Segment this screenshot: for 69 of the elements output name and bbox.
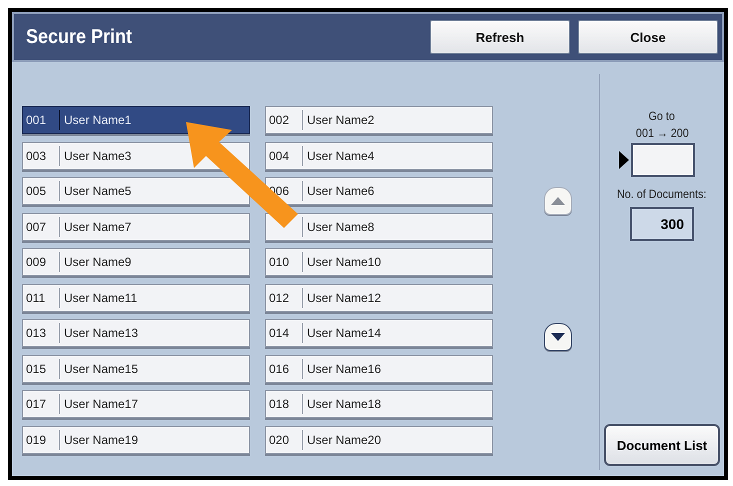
- user-list-item[interactable]: User Name8: [265, 212, 493, 240]
- user-number: 020: [268, 432, 290, 446]
- user-name: User Name2: [307, 113, 374, 127]
- user-list-item[interactable]: 017 User Name17: [22, 390, 250, 418]
- user-number: 003: [25, 148, 48, 162]
- user-list-item[interactable]: 002 User Name2: [265, 106, 493, 134]
- user-number: 002: [268, 113, 290, 127]
- user-name: User Name19: [64, 432, 138, 446]
- down-triangle-icon: [551, 333, 565, 341]
- document-count: 300: [630, 207, 694, 241]
- user-name: User Name9: [64, 255, 132, 269]
- go-to-label: Go to: [648, 108, 676, 125]
- user-number: 014: [268, 326, 290, 340]
- user-name: User Name5: [64, 184, 132, 198]
- pointer-triangle-icon: [619, 151, 629, 169]
- user-name: User Name15: [64, 362, 138, 376]
- user-number: 013: [25, 326, 48, 340]
- user-number: 019: [25, 432, 48, 446]
- user-number: 017: [25, 397, 48, 411]
- user-list-item[interactable]: 001 User Name1: [22, 106, 250, 134]
- user-list-item[interactable]: 011 User Name11: [22, 284, 250, 312]
- user-list-item[interactable]: 016 User Name16: [265, 354, 493, 382]
- user-number: 012: [268, 290, 290, 304]
- user-name: User Name16: [307, 362, 382, 376]
- user-list-item[interactable]: 005 User Name5: [22, 177, 250, 205]
- up-triangle-icon: [551, 197, 565, 205]
- user-number: 016: [268, 362, 290, 376]
- user-name: User Name18: [307, 397, 382, 411]
- range-label: 001 → 200: [636, 125, 688, 142]
- user-name: User Name4: [307, 148, 374, 162]
- user-number: 007: [25, 220, 48, 234]
- user-list-item[interactable]: 020 User Name20: [265, 426, 493, 454]
- user-name: User Name20: [307, 432, 382, 446]
- user-name: User Name13: [64, 326, 138, 340]
- user-name: User Name3: [64, 148, 132, 162]
- user-list-item[interactable]: 009 User Name9: [22, 248, 250, 276]
- user-list-item[interactable]: 013 User Name13: [22, 319, 250, 347]
- user-list-item[interactable]: 014 User Name14: [265, 319, 493, 347]
- refresh-button[interactable]: Refresh: [430, 20, 570, 54]
- close-button[interactable]: Close: [578, 20, 718, 54]
- user-list-item[interactable]: 018 User Name18: [265, 390, 493, 418]
- user-number: 005: [25, 184, 48, 198]
- user-name: User Name14: [307, 326, 382, 340]
- user-name: User Name17: [64, 397, 138, 411]
- user-number: 010: [268, 255, 290, 269]
- user-number: 004: [268, 148, 290, 162]
- user-list-item[interactable]: 015 User Name15: [22, 354, 250, 382]
- user-name: User Name1: [64, 113, 132, 127]
- document-list-button[interactable]: Document List: [604, 424, 720, 466]
- user-number: 015: [25, 362, 48, 376]
- user-list-item[interactable]: 010 User Name10: [265, 248, 493, 276]
- user-number: 009: [25, 255, 48, 269]
- user-list-item[interactable]: 007 User Name7: [22, 212, 250, 240]
- user-name: User Name6: [307, 184, 374, 198]
- user-name: User Name8: [307, 220, 374, 234]
- user-list-item[interactable]: 012 User Name12: [265, 284, 493, 312]
- user-number: 011: [25, 290, 46, 304]
- window-title: Secure Print: [26, 26, 134, 48]
- documents-label: No. of Documents:: [617, 186, 707, 203]
- user-name: User Name10: [307, 255, 382, 269]
- user-list-item[interactable]: 004 User Name4: [265, 142, 493, 170]
- scroll-down-button[interactable]: [544, 323, 572, 351]
- user-number: 018: [268, 397, 290, 411]
- user-number: 001: [25, 113, 48, 127]
- user-name: User Name7: [64, 220, 132, 234]
- user-list-item[interactable]: 019 User Name19: [22, 426, 250, 454]
- user-name: User Name12: [307, 290, 382, 304]
- user-name: User Name11: [64, 290, 138, 304]
- go-to-field[interactable]: [631, 143, 695, 177]
